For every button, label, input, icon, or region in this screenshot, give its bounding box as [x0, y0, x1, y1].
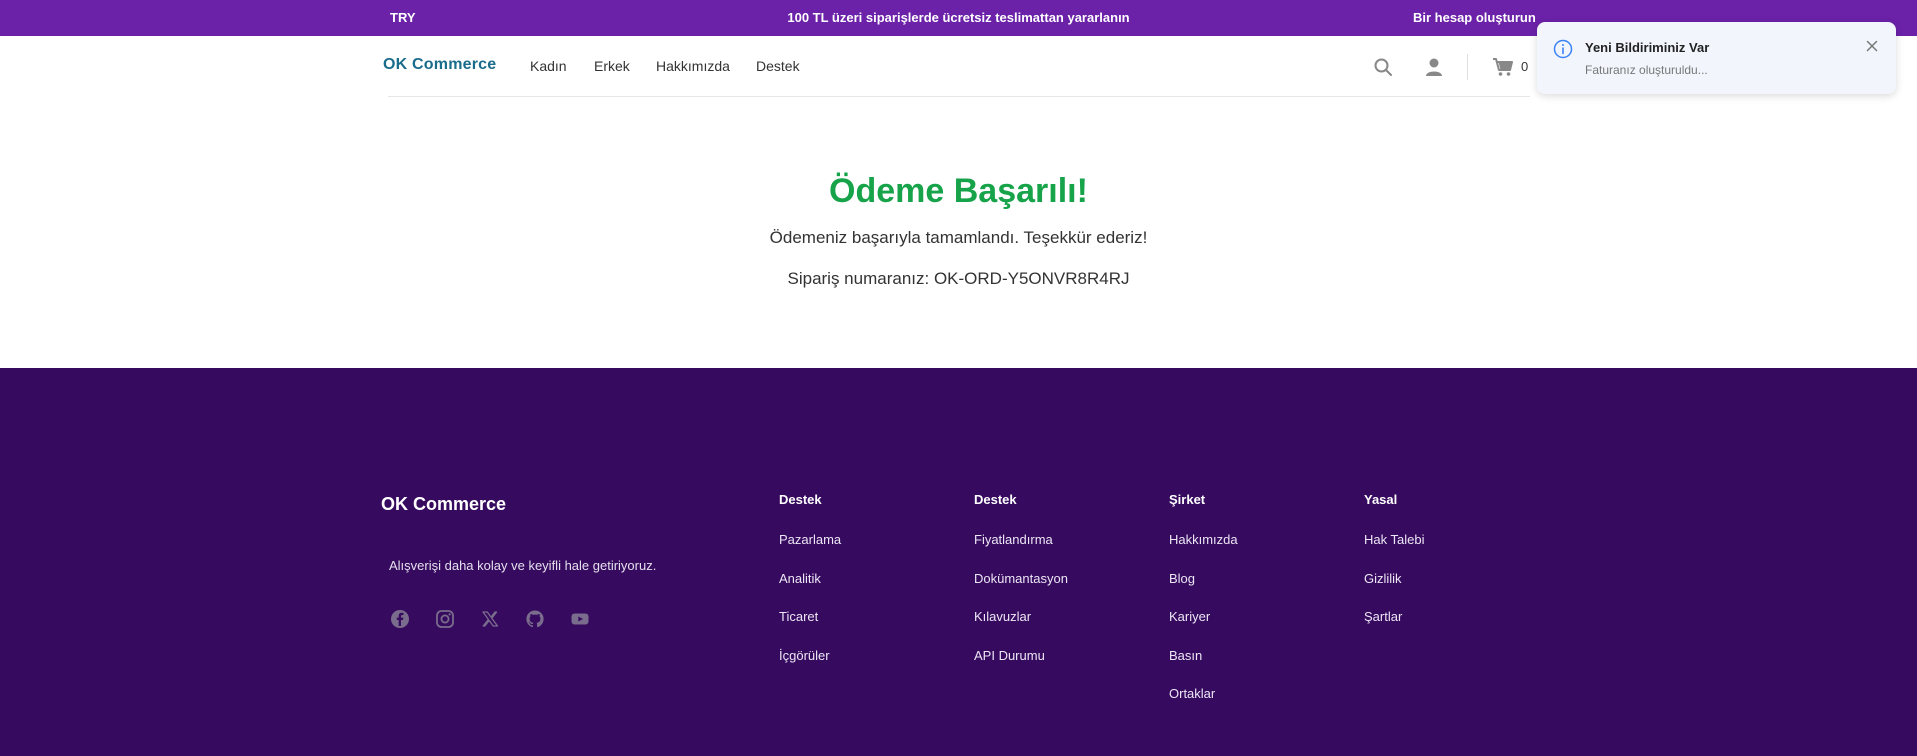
- footer-link[interactable]: Analitik: [779, 571, 841, 610]
- close-icon[interactable]: [1864, 38, 1880, 54]
- footer-column-sirket: Şirket Hakkımızda Blog Kariyer Basın Ort…: [1169, 492, 1238, 725]
- footer-link[interactable]: İçgörüler: [779, 648, 841, 687]
- footer-link[interactable]: Pazarlama: [779, 532, 841, 571]
- youtube-icon[interactable]: [569, 608, 591, 630]
- footer-link[interactable]: Hakkımızda: [1169, 532, 1238, 571]
- signup-link[interactable]: Bir hesap oluşturun: [1413, 10, 1536, 25]
- footer-link[interactable]: Dokümantasyon: [974, 571, 1068, 610]
- nav-divider: [1467, 54, 1468, 80]
- footer-column-destek-1: Destek Pazarlama Analitik Ticaret İçgörü…: [779, 492, 841, 686]
- footer-link[interactable]: Ticaret: [779, 609, 841, 648]
- footer-column-title: Destek: [779, 492, 822, 507]
- payment-success-section: Ödeme Başarılı! Ödemeniz başarıyla tamam…: [0, 98, 1917, 368]
- nav-link-destek[interactable]: Destek: [756, 58, 800, 74]
- brand-logo[interactable]: OK Commerce: [383, 56, 496, 74]
- footer-tagline: Alışverişi daha kolay ve keyifli hale ge…: [389, 558, 657, 573]
- toast-title: Yeni Bildiriminiz Var: [1585, 40, 1710, 55]
- nav-link-hakkimizda[interactable]: Hakkımızda: [656, 58, 730, 74]
- notification-toast: Yeni Bildiriminiz Var Faturanız oluşturu…: [1537, 22, 1896, 94]
- footer-column-yasal: Yasal Hak Talebi Gizlilik Şartlar: [1364, 492, 1424, 648]
- info-icon: [1553, 39, 1573, 59]
- toast-body: Faturanız oluşturuldu...: [1585, 63, 1708, 77]
- footer-link[interactable]: Ortaklar: [1169, 686, 1238, 725]
- footer-link[interactable]: Gizlilik: [1364, 571, 1424, 610]
- footer: OK Commerce Alışverişi daha kolay ve key…: [0, 368, 1917, 756]
- cart-icon[interactable]: [1491, 55, 1515, 79]
- footer-link[interactable]: Kariyer: [1169, 609, 1238, 648]
- footer-link[interactable]: Hak Talebi: [1364, 532, 1424, 571]
- x-icon[interactable]: [479, 608, 501, 630]
- footer-column-title: Şirket: [1169, 492, 1206, 507]
- user-icon[interactable]: [1422, 55, 1446, 79]
- nav-link-erkek[interactable]: Erkek: [594, 58, 630, 74]
- facebook-icon[interactable]: [389, 608, 411, 630]
- order-number: Sipariş numaranız: OK-ORD-Y5ONVR8R4RJ: [787, 269, 1130, 288]
- footer-link[interactable]: Fiyatlandırma: [974, 532, 1068, 571]
- footer-link[interactable]: Şartlar: [1364, 609, 1424, 648]
- github-icon[interactable]: [524, 608, 546, 630]
- footer-brand: OK Commerce: [381, 494, 507, 514]
- nav-divider-line: [388, 96, 1530, 97]
- instagram-icon[interactable]: [434, 608, 456, 630]
- footer-column-title: Destek: [974, 492, 1017, 507]
- footer-link[interactable]: Blog: [1169, 571, 1238, 610]
- success-message: Ödemeniz başarıyla tamamlandı. Teşekkür …: [769, 228, 1148, 247]
- page-title: Ödeme Başarılı!: [829, 172, 1088, 210]
- footer-link[interactable]: Basın: [1169, 648, 1238, 687]
- footer-link[interactable]: Kılavuzlar: [974, 609, 1068, 648]
- search-icon[interactable]: [1371, 55, 1395, 79]
- footer-column-destek-2: Destek Fiyatlandırma Dokümantasyon Kılav…: [974, 492, 1068, 686]
- footer-link[interactable]: API Durumu: [974, 648, 1068, 687]
- cart-count: 0: [1521, 59, 1529, 74]
- nav-link-kadin[interactable]: Kadın: [530, 58, 567, 74]
- footer-column-title: Yasal: [1364, 492, 1398, 507]
